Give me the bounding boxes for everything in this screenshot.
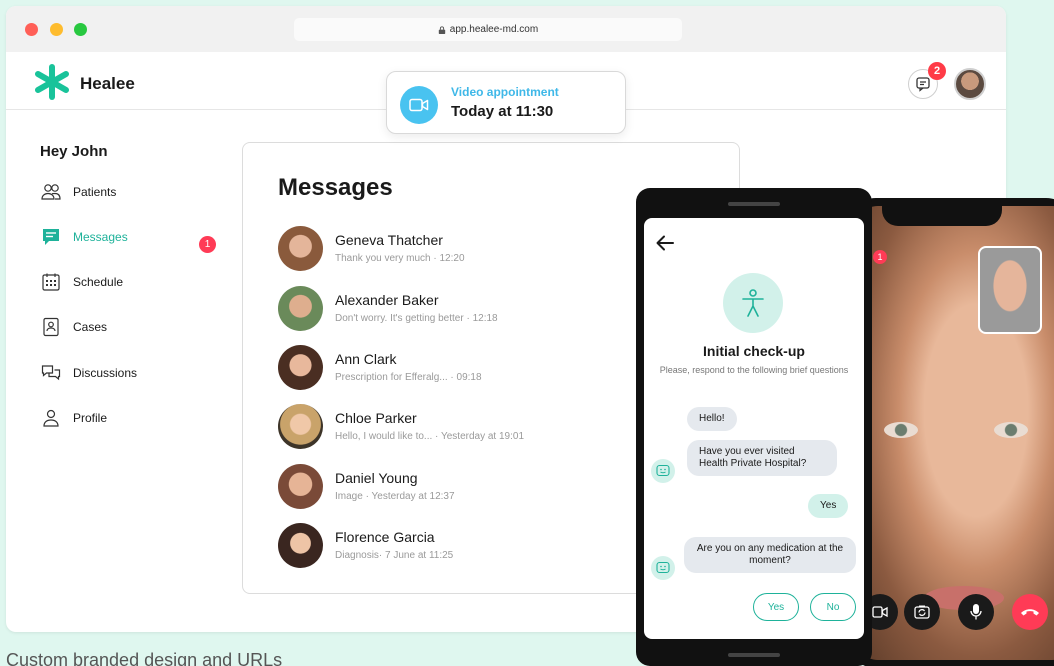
greeting: Hey John bbox=[40, 143, 108, 160]
contact-avatar bbox=[278, 523, 323, 568]
reply-yes-button[interactable]: Yes bbox=[753, 593, 799, 621]
discussions-icon bbox=[41, 365, 61, 381]
message-preview: Image · Yesterday at 12:37 bbox=[335, 491, 455, 502]
body-check-icon bbox=[723, 273, 783, 333]
user-message-bubble: Yes bbox=[808, 494, 849, 518]
brand-name: Healee bbox=[80, 74, 135, 93]
bot-message-bubble: Are you on any medication at the moment? bbox=[684, 537, 856, 573]
sidebar-item-label: Cases bbox=[73, 320, 108, 334]
contact-name: Daniel Young bbox=[335, 470, 418, 486]
message-item[interactable]: Chloe Parker Hello, I would like to... ·… bbox=[278, 404, 638, 450]
profile-icon bbox=[43, 409, 59, 427]
messages-icon bbox=[43, 229, 59, 245]
video-appointment-card[interactable]: Video appointment Today at 11:30 bbox=[386, 71, 626, 134]
sidebar-item-patients[interactable]: Patients bbox=[40, 181, 116, 203]
patients-icon bbox=[41, 184, 61, 200]
maximize-window-button[interactable] bbox=[74, 23, 87, 36]
message-preview: Diagnosis· 7 June at 11:25 bbox=[335, 550, 454, 561]
checkup-screen: Initial check-up Please, respond to the … bbox=[644, 218, 864, 639]
back-arrow-icon[interactable] bbox=[654, 232, 676, 254]
appointment-type: Video appointment bbox=[451, 85, 559, 99]
sidebar-item-profile[interactable]: Profile bbox=[40, 407, 107, 429]
contact-avatar bbox=[278, 345, 323, 390]
user-avatar[interactable] bbox=[954, 68, 986, 100]
contact-avatar bbox=[278, 226, 323, 271]
calendar-icon bbox=[42, 273, 60, 291]
sidebar-item-label: Messages bbox=[73, 230, 128, 244]
checkup-subtitle: Please, respond to the following brief q… bbox=[659, 365, 849, 375]
phone-notch bbox=[882, 198, 1002, 226]
sidebar-item-label: Discussions bbox=[73, 366, 138, 380]
url-text: app.healee-md.com bbox=[449, 24, 539, 35]
sidebar-item-schedule[interactable]: Schedule bbox=[40, 271, 123, 293]
messages-badge: 1 bbox=[199, 236, 216, 253]
contact-name: Geneva Thatcher bbox=[335, 232, 443, 248]
message-preview: Don't worry. It's getting better · 12:18 bbox=[335, 313, 498, 324]
message-item[interactable]: Florence Garcia Diagnosis· 7 June at 11:… bbox=[278, 523, 638, 569]
bot-avatar-icon bbox=[651, 556, 675, 580]
cases-icon bbox=[43, 317, 59, 337]
face-eye bbox=[994, 422, 1028, 438]
message-preview: Thank you very much · 12:20 bbox=[335, 253, 465, 264]
chat-icon bbox=[916, 77, 930, 92]
phone-home-bar bbox=[728, 653, 780, 657]
reply-no-button[interactable]: No bbox=[810, 593, 856, 621]
chat-badge: 2 bbox=[928, 62, 946, 80]
video-camera-icon bbox=[872, 606, 888, 618]
phone-speaker bbox=[728, 202, 780, 206]
checkup-title: Initial check-up bbox=[703, 343, 805, 359]
contact-name: Florence Garcia bbox=[335, 529, 435, 545]
contact-name: Chloe Parker bbox=[335, 410, 417, 426]
message-item[interactable]: Geneva Thatcher Thank you very much · 12… bbox=[278, 226, 638, 272]
bot-avatar-icon bbox=[651, 459, 675, 483]
video-call-badge: 1 bbox=[873, 250, 887, 264]
address-bar[interactable]: app.healee-md.com bbox=[294, 18, 682, 41]
doctor-video-thumbnail[interactable] bbox=[978, 246, 1042, 334]
face-eye bbox=[884, 422, 918, 438]
contact-avatar bbox=[278, 286, 323, 331]
message-preview: Prescription for Efferalg... · 09:18 bbox=[335, 372, 482, 383]
sidebar-item-discussions[interactable]: Discussions bbox=[40, 362, 137, 384]
video-camera-icon bbox=[400, 86, 438, 124]
switch-camera-icon bbox=[914, 605, 930, 619]
contact-name: Ann Clark bbox=[335, 351, 397, 367]
sidebar-item-label: Patients bbox=[73, 185, 117, 199]
sidebar-item-label: Schedule bbox=[73, 275, 124, 289]
browser-titlebar: app.healee-md.com bbox=[6, 6, 1006, 52]
message-item[interactable]: Daniel Young Image · Yesterday at 12:37 bbox=[278, 464, 638, 510]
phone-hangup-icon bbox=[1021, 609, 1039, 616]
sidebar-item-cases[interactable]: Cases bbox=[40, 316, 107, 338]
checkup-phone: Initial check-up Please, respond to the … bbox=[636, 188, 872, 666]
switch-camera-button[interactable] bbox=[904, 594, 940, 630]
bot-message-bubble: Have you ever visited Health Private Hos… bbox=[687, 440, 837, 476]
messages-title: Messages bbox=[278, 174, 393, 201]
microphone-icon bbox=[970, 604, 982, 620]
contact-avatar bbox=[278, 464, 323, 509]
caption-text: Custom branded design and URLs bbox=[6, 650, 283, 666]
message-preview: Hello, I would like to... · Yesterday at… bbox=[335, 431, 524, 442]
message-item[interactable]: Alexander Baker Don't worry. It's gettin… bbox=[278, 286, 638, 332]
sidebar-item-label: Profile bbox=[73, 411, 108, 425]
close-window-button[interactable] bbox=[25, 23, 38, 36]
lock-icon bbox=[438, 25, 445, 34]
contact-avatar bbox=[278, 404, 323, 449]
contact-name: Alexander Baker bbox=[335, 292, 439, 308]
minimize-window-button[interactable] bbox=[50, 23, 63, 36]
sidebar-item-messages[interactable]: Messages bbox=[40, 226, 128, 248]
appointment-time: Today at 11:30 bbox=[451, 103, 554, 120]
message-item[interactable]: Ann Clark Prescription for Efferalg... ·… bbox=[278, 345, 638, 391]
healee-logo-icon[interactable] bbox=[34, 64, 70, 100]
end-call-button[interactable] bbox=[1012, 594, 1048, 630]
bot-message-bubble: Hello! bbox=[687, 407, 737, 431]
microphone-button[interactable] bbox=[958, 594, 994, 630]
